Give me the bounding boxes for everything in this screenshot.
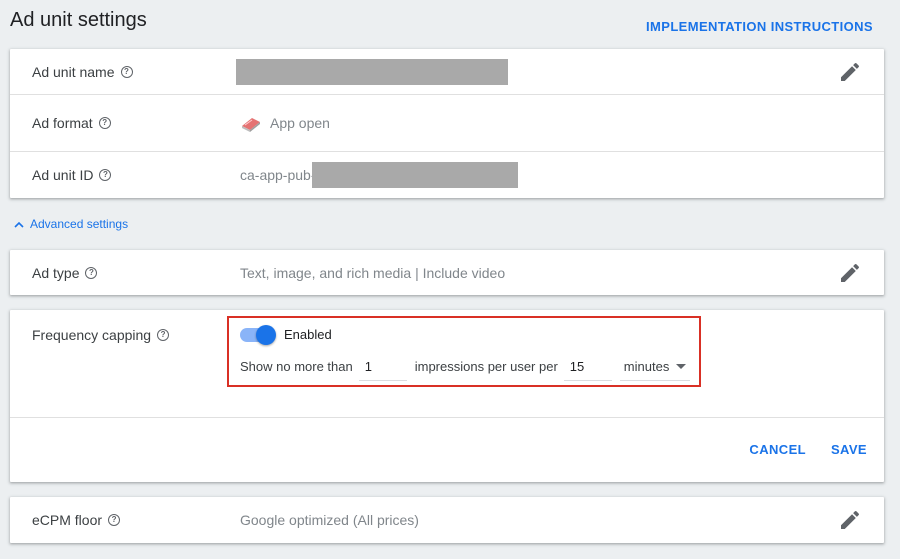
- edit-pencil-icon[interactable]: [838, 508, 862, 532]
- frequency-capping-toggle[interactable]: [240, 324, 276, 345]
- ecpm-floor-label: eCPM floor: [32, 512, 103, 528]
- ad-unit-id-label: Ad unit ID: [32, 167, 94, 183]
- ad-type-card: Ad type ? Text, image, and rich media | …: [10, 250, 884, 295]
- implementation-instructions-link[interactable]: IMPLEMENTATION INSTRUCTIONS: [646, 19, 873, 34]
- help-icon[interactable]: ?: [99, 169, 112, 181]
- help-icon[interactable]: ?: [120, 65, 133, 78]
- frequency-capping-highlight: Enabled Show no more than impressions pe…: [227, 316, 701, 387]
- frequency-capping-label: Frequency capping: [32, 327, 152, 343]
- help-icon[interactable]: ?: [85, 266, 98, 279]
- impressions-input[interactable]: [358, 354, 407, 381]
- edit-pencil-icon[interactable]: [838, 60, 862, 84]
- ad-unit-id-prefix: ca-app-pub-: [240, 167, 316, 183]
- ad-type-label: Ad type: [32, 264, 80, 281]
- cancel-button[interactable]: CANCEL: [749, 442, 806, 457]
- help-icon[interactable]: ?: [157, 329, 170, 341]
- impressions-per-user-text: impressions per user per: [414, 359, 558, 374]
- ad-type-row: Ad type ? Text, image, and rich media | …: [10, 250, 884, 295]
- page-title: Ad unit settings: [10, 9, 147, 31]
- app-open-book-icon: [242, 118, 260, 132]
- ad-format-row: Ad format ? App open: [10, 95, 884, 152]
- frequency-capping-card: Frequency capping ? Enabled Show no more…: [10, 310, 884, 482]
- redacted-ad-unit-id: [311, 162, 518, 188]
- time-unit-select[interactable]: minutes: [619, 354, 690, 381]
- help-icon[interactable]: ?: [98, 117, 111, 129]
- show-no-more-than-text: Show no more than: [240, 359, 353, 374]
- time-unit-value: minutes: [623, 359, 670, 374]
- ad-type-value: Text, image, and rich media | Include vi…: [240, 264, 506, 281]
- ecpm-floor-value: Google optimized (All prices): [240, 512, 419, 528]
- period-input[interactable]: [563, 354, 612, 381]
- ad-format-value: App open: [270, 115, 330, 131]
- ecpm-floor-card: eCPM floor ? Google optimized (All price…: [10, 497, 884, 543]
- ad-unit-info-card: Ad unit name ? Ad format ? App open Ad u…: [10, 49, 884, 198]
- toggle-label: Enabled: [284, 327, 332, 342]
- edit-pencil-icon[interactable]: [838, 261, 862, 285]
- redacted-ad-unit-name: [236, 58, 508, 85]
- advanced-settings-label: Advanced settings: [30, 217, 129, 231]
- chevron-up-icon: [14, 221, 24, 228]
- ad-unit-name-label: Ad unit name: [32, 63, 115, 80]
- ad-unit-id-row: Ad unit ID ? ca-app-pub-: [10, 152, 884, 198]
- advanced-settings-toggle[interactable]: Advanced settings: [14, 217, 128, 231]
- ecpm-floor-row: eCPM floor ? Google optimized (All price…: [10, 497, 884, 543]
- save-button[interactable]: SAVE: [831, 442, 867, 457]
- help-icon[interactable]: ?: [108, 514, 121, 526]
- ad-format-label: Ad format: [32, 115, 93, 131]
- dropdown-caret-icon: [675, 364, 686, 369]
- ad-unit-name-row: Ad unit name ?: [10, 49, 884, 95]
